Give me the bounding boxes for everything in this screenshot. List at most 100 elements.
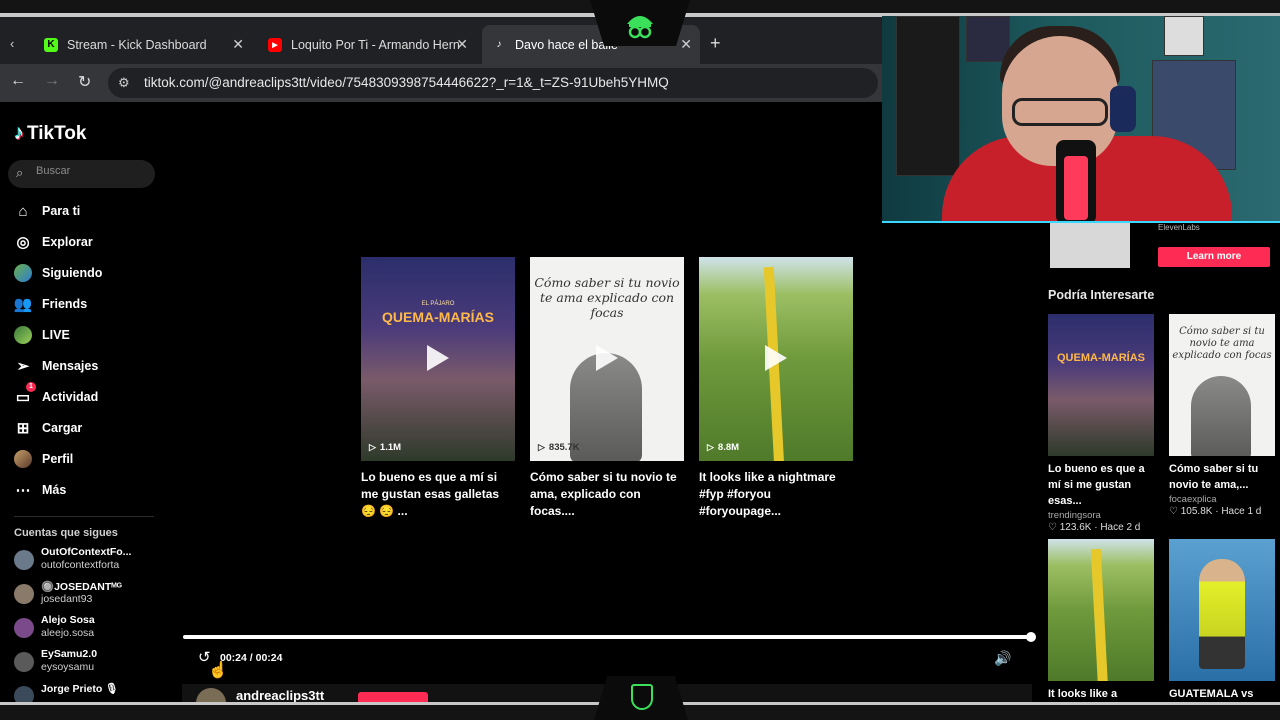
- video-caption: Cómo saber si tu novio te ama, explicado…: [530, 470, 677, 518]
- thumb-title: Cómo saber si tu novio te ama explicado …: [534, 275, 680, 320]
- ad-thumbnail[interactable]: [1050, 222, 1130, 268]
- search-box[interactable]: ⌕: [8, 160, 155, 188]
- thumb-kicker: EL PÁJARO: [421, 301, 455, 307]
- recommended-video[interactable]: Cómo saber si tu novio te ama explicado …: [530, 257, 684, 520]
- wall-poster: [1164, 16, 1204, 56]
- address-bar: ← → ↻ ⚙ tiktok.com/@andreaclips3tt/video…: [0, 64, 882, 102]
- worker-image: [1199, 559, 1245, 669]
- play-small-icon: ▷: [538, 442, 545, 452]
- nav-cargar[interactable]: ⊞ Cargar: [14, 417, 83, 439]
- nav-mas[interactable]: ⋯ Más: [14, 479, 67, 501]
- forward-icon[interactable]: →: [44, 72, 60, 90]
- video-thumbnail: QUEMA-MARÍAS: [1048, 314, 1154, 456]
- suggested-video[interactable]: GUATEMALA vs: [1169, 539, 1275, 702]
- more-icon: ⋯: [15, 482, 31, 499]
- live-avatar-icon: [14, 326, 32, 344]
- video-caption: GUATEMALA vs: [1169, 688, 1254, 700]
- sidebar-divider: [14, 516, 154, 517]
- video-caption: It looks like a nightmare #fyp #foryou #…: [699, 470, 836, 518]
- account-name: 🔘JOSEDANTᴹᴳ: [41, 581, 122, 593]
- account-avatar: [14, 652, 34, 672]
- mic-glow: [1064, 156, 1088, 220]
- learn-more-button[interactable]: Learn more: [1158, 247, 1270, 267]
- home-icon: ⌂: [18, 202, 28, 220]
- nav-actividad[interactable]: ▭ 1 Actividad: [14, 382, 98, 408]
- search-input[interactable]: [36, 165, 146, 177]
- reload-icon[interactable]: ↻: [78, 72, 91, 92]
- search-icon: ⌕: [16, 165, 24, 180]
- tiktok-logo[interactable]: ♪ TikTok: [14, 122, 86, 145]
- nav-friends[interactable]: 👥 Friends: [14, 293, 88, 315]
- compass-icon: ◎: [16, 234, 30, 251]
- author-name[interactable]: andreaclips3tt: [236, 688, 324, 703]
- site-settings-icon[interactable]: ⚙: [118, 75, 130, 91]
- section-title: Podría Interesarte: [1048, 288, 1155, 302]
- following-item[interactable]: Alejo Sosa aleejo.sosa: [14, 614, 164, 642]
- tab-scroll-icon[interactable]: ‹: [10, 36, 14, 51]
- stream-frame-notch: [590, 0, 690, 46]
- nav-live[interactable]: LIVE: [14, 324, 70, 346]
- video-caption: Lo bueno es que a mí si me gustan esas..…: [1048, 463, 1145, 507]
- account-handle: eysoysamu: [41, 661, 95, 673]
- suggested-video[interactable]: It looks like a: [1048, 539, 1154, 702]
- tab-youtube[interactable]: ▶ Loquito Por Ti - Armando Hern ✕: [258, 25, 476, 64]
- shield-icon: [631, 684, 653, 710]
- play-icon: [596, 345, 618, 371]
- nav-explorar[interactable]: ◎ Explorar: [14, 231, 92, 253]
- tab-title: Stream - Kick Dashboard: [67, 37, 207, 52]
- tiktok-sidebar: ♪ TikTok ⌕ ⌂ Para ti ◎ Explorar Siguiend…: [0, 102, 170, 706]
- recommended-video[interactable]: ▷ 8.8M It looks like a nightmare #fyp #fo…: [699, 257, 853, 520]
- recommended-video[interactable]: EL PÁJARO QUEMA-MARÍAS ▷ 1.1M Lo bueno es…: [361, 257, 515, 520]
- nav-mensajes[interactable]: ➢ Mensajes: [14, 355, 99, 377]
- video-thumbnail: [1169, 539, 1275, 681]
- account-avatar: [14, 550, 34, 570]
- view-count: ▷ 1.1M: [369, 442, 401, 453]
- progress-bar[interactable]: [183, 632, 1036, 642]
- mouse-cursor-icon: ☝: [208, 662, 228, 679]
- play-icon: [427, 345, 449, 371]
- streamer-glasses: [1012, 98, 1108, 126]
- following-title: Cuentas que sigues: [14, 527, 118, 539]
- url-field[interactable]: ⚙ tiktok.com/@andreaclips3tt/video/75483…: [108, 68, 878, 98]
- nav-siguiendo[interactable]: Siguiendo: [14, 262, 102, 284]
- views-value: 835.7K: [548, 442, 580, 453]
- browser-tabbar: ‹ K Stream - Kick Dashboard ✕ ▶ Loquito …: [0, 17, 882, 64]
- back-icon[interactable]: ←: [10, 72, 26, 90]
- video-thumbnail: Cómo saber si tu novio te ama explicado …: [1169, 314, 1275, 456]
- close-icon[interactable]: ✕: [680, 36, 692, 53]
- close-icon[interactable]: ✕: [456, 36, 468, 53]
- nav-label: Cargar: [42, 421, 83, 435]
- tab-kick-dashboard[interactable]: K Stream - Kick Dashboard ✕: [34, 25, 252, 64]
- new-tab-icon[interactable]: +: [710, 33, 721, 54]
- thumb-title: QUEMA-MARÍAS: [382, 309, 494, 325]
- play-small-icon: ▷: [369, 442, 376, 452]
- headset: [1110, 86, 1136, 132]
- account-name: Jorge Prieto 🎙: [41, 683, 119, 695]
- play-small-icon: ▷: [707, 442, 714, 452]
- account-name: Alejo Sosa: [41, 614, 95, 626]
- suggested-video[interactable]: Cómo saber si tu novio te ama explicado …: [1169, 314, 1275, 517]
- following-item[interactable]: OutOfContextFo... outofcontextforta: [14, 546, 164, 574]
- video-thumbnail: EL PÁJARO QUEMA-MARÍAS ▷ 1.1M: [361, 257, 515, 461]
- nav-perfil[interactable]: Perfil: [14, 448, 73, 470]
- ad-brand: ElevenLabs: [1158, 223, 1200, 232]
- seal-image: [1191, 376, 1251, 456]
- tiktok-note-icon: ♪: [14, 122, 24, 144]
- views-value: 1.1M: [379, 442, 402, 453]
- account-name: OutOfContextFo...: [41, 546, 132, 558]
- nav-para-ti[interactable]: ⌂ Para ti: [14, 200, 80, 222]
- avatar-icon: [14, 264, 32, 282]
- following-item[interactable]: EySamu2.0 eysoysamu: [14, 648, 164, 676]
- video-author: trendingsora: [1048, 510, 1101, 521]
- following-item[interactable]: 🔘JOSEDANTᴹᴳ josedant93: [14, 580, 164, 608]
- tab-title: Loquito Por Ti - Armando Hern: [291, 37, 460, 52]
- kick-icon: K: [44, 37, 58, 52]
- account-avatar: [14, 618, 34, 638]
- suggested-video[interactable]: QUEMA-MARÍAS Lo bueno es que a mí si me …: [1048, 314, 1154, 533]
- profile-avatar-icon: [14, 450, 32, 468]
- progress-knob[interactable]: [1026, 632, 1036, 642]
- url-text: tiktok.com/@andreaclips3tt/video/7548309…: [144, 75, 669, 90]
- video-thumbnail: ▷ 8.8M: [699, 257, 853, 461]
- volume-icon[interactable]: 🔊: [994, 650, 1011, 667]
- close-icon[interactable]: ✕: [232, 36, 244, 53]
